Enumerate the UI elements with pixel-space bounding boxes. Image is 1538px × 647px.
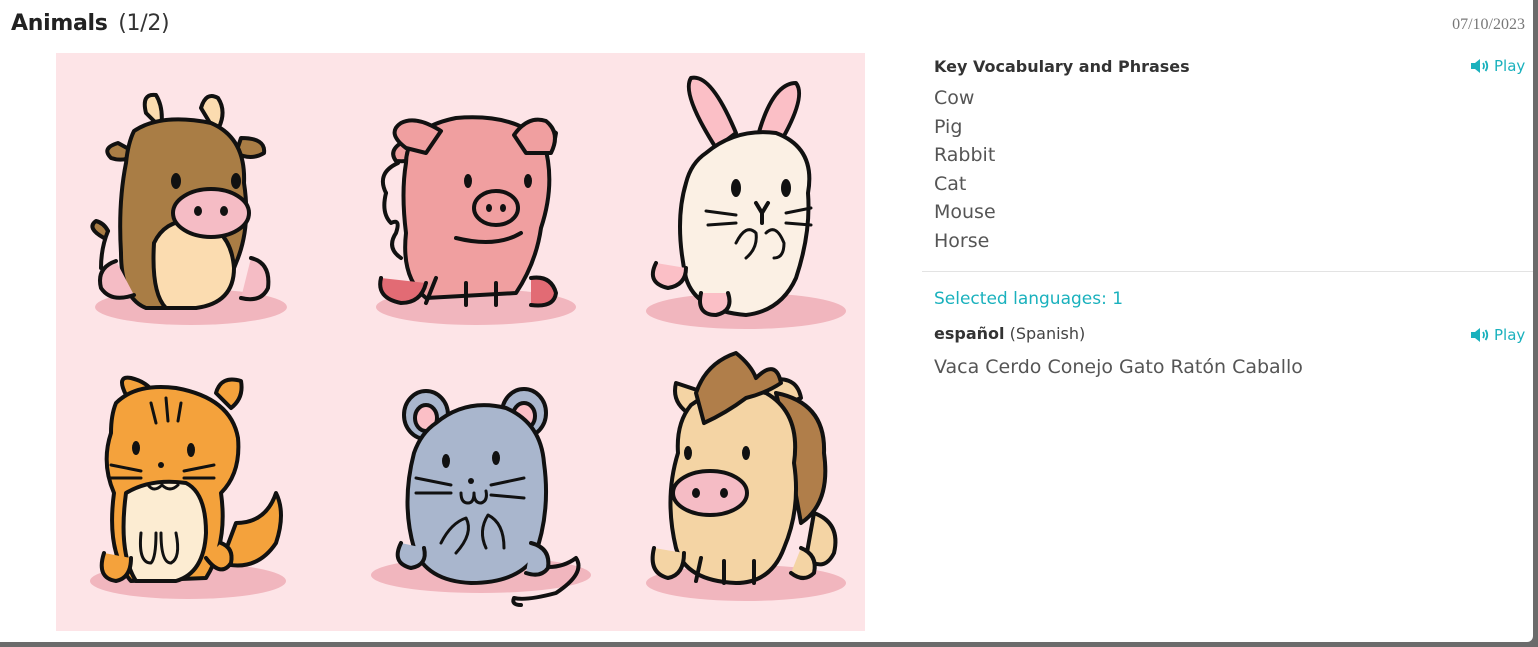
vocabulary-heading: Key Vocabulary and Phrases [934,57,1190,76]
vocabulary-item: Pig [934,115,963,138]
vocabulary-list: Cow Pig Rabbit Cat Mouse Horse [934,86,996,258]
vocabulary-item: Horse [934,229,990,252]
language-play-button[interactable]: Play [1470,326,1525,344]
card-title: Animals (1/2) [11,11,170,36]
language-play-label: Play [1494,326,1526,344]
horse-icon [650,351,838,585]
language-english-name: (Spanish) [1009,324,1086,343]
language-name: español (Spanish) [934,324,1085,343]
cat-icon [99,375,283,583]
card-page-count: (1/2) [118,11,170,36]
language-native-name: español [934,324,1005,343]
rabbit-icon [651,75,813,317]
animals-illustration [56,53,865,631]
vocabulary-play-label: Play [1494,57,1526,75]
vocabulary-card: Animals (1/2) 07/10/2023 Key Vocabulary … [0,0,1533,642]
card-title-name: Animals [11,11,108,36]
section-divider [922,271,1533,272]
speaker-icon [1470,327,1490,343]
card-date: 07/10/2023 [1452,16,1525,33]
vocabulary-item: Mouse [934,201,996,224]
vocabulary-item: Rabbit [934,144,996,167]
vocabulary-item: Cow [934,87,975,109]
vocabulary-item: Cat [934,172,967,195]
vocabulary-play-button[interactable]: Play [1470,57,1525,75]
speaker-icon [1470,58,1490,74]
pig-icon [378,115,558,308]
cow-icon [90,92,271,310]
translation-text: Vaca Cerdo Conejo Gato Ratón Caballo [934,356,1303,378]
selected-languages-link[interactable]: Selected languages: 1 [934,289,1123,309]
